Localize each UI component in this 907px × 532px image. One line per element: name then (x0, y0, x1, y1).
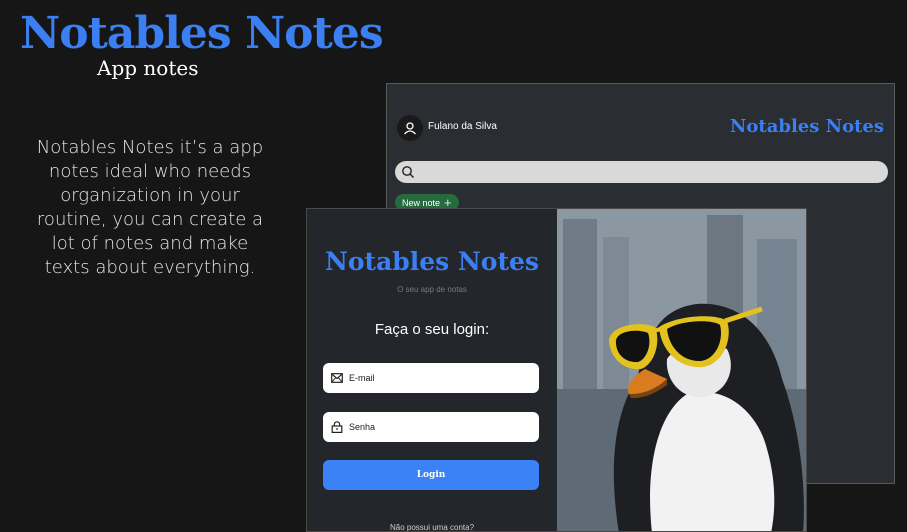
penguin-photo (557, 209, 806, 531)
password-input[interactable] (347, 421, 531, 433)
login-tagline: O seu app de notas (397, 285, 467, 294)
search-icon (402, 166, 414, 178)
email-input[interactable] (347, 372, 531, 384)
penguin-image (557, 209, 806, 531)
mail-icon (331, 373, 343, 383)
hero-description: Notables Notes it’s a app notes ideal wh… (36, 137, 264, 278)
email-field[interactable] (323, 363, 539, 393)
login-button[interactable]: Login (323, 460, 539, 490)
search-input[interactable] (395, 161, 888, 183)
hero-title: Notables Notes (20, 8, 384, 59)
password-field[interactable] (323, 412, 539, 442)
new-note-label: New note (402, 197, 441, 208)
avatar[interactable] (397, 115, 423, 141)
login-brand: Notables Notes (325, 247, 539, 276)
lock-icon (331, 421, 343, 433)
user-icon (404, 122, 416, 135)
login-card: Notables Notes O seu app de notas Faça o… (306, 208, 807, 532)
login-panel: Notables Notes O seu app de notas Faça o… (307, 209, 557, 531)
login-heading: Faça o seu login: (374, 321, 490, 338)
signup-link[interactable]: Não possui uma conta? (307, 523, 557, 531)
app-brand: Notables Notes (729, 116, 884, 137)
user-name: Fulano da Silva (428, 121, 497, 132)
hero-subtitle: App notes (97, 56, 199, 80)
